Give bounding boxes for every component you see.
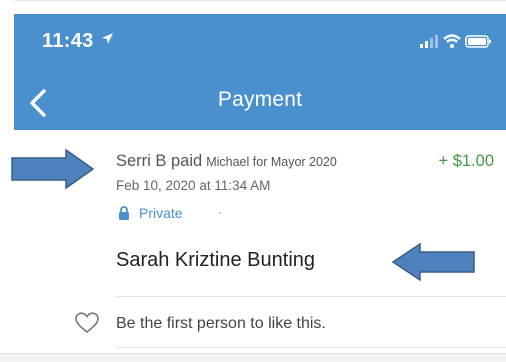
privacy-setting[interactable]: Private (118, 205, 183, 221)
heart-outline-icon (75, 312, 99, 334)
divider (116, 347, 506, 348)
divider (116, 296, 506, 297)
status-icons (420, 33, 492, 49)
page-title: Payment (217, 88, 303, 111)
payer-line: Serri B paid Michael for Mayor 2020 (116, 152, 337, 171)
lock-icon (119, 206, 129, 220)
speck (219, 212, 221, 214)
privacy-label: Private (139, 205, 183, 221)
location-arrow-icon (101, 32, 114, 49)
wifi-icon (443, 34, 461, 48)
payment-note: Sarah Kriztine Bunting (116, 249, 316, 271)
time-text: 11:43 (42, 30, 94, 52)
bottom-section (0, 353, 506, 362)
payer-text[interactable]: Serri B paid (116, 152, 202, 170)
recipient-text[interactable]: Michael for Mayor 2020 (206, 155, 337, 169)
battery-icon (465, 35, 491, 48)
top-divider (14, 0, 506, 1)
arrow-left-icon (391, 242, 475, 282)
arrow-right-icon (11, 148, 95, 190)
status-bar-time: 11:43 (42, 30, 114, 53)
like-prompt: Be the first person to like this. (116, 315, 326, 332)
transaction-timestamp: Feb 10, 2020 at 11:34 AM (116, 178, 271, 193)
payment-amount: + $1.00 (438, 152, 494, 170)
signal-bars-icon (420, 35, 438, 48)
app-header: 11:43 Payment (14, 14, 506, 130)
like-button[interactable] (74, 311, 100, 340)
